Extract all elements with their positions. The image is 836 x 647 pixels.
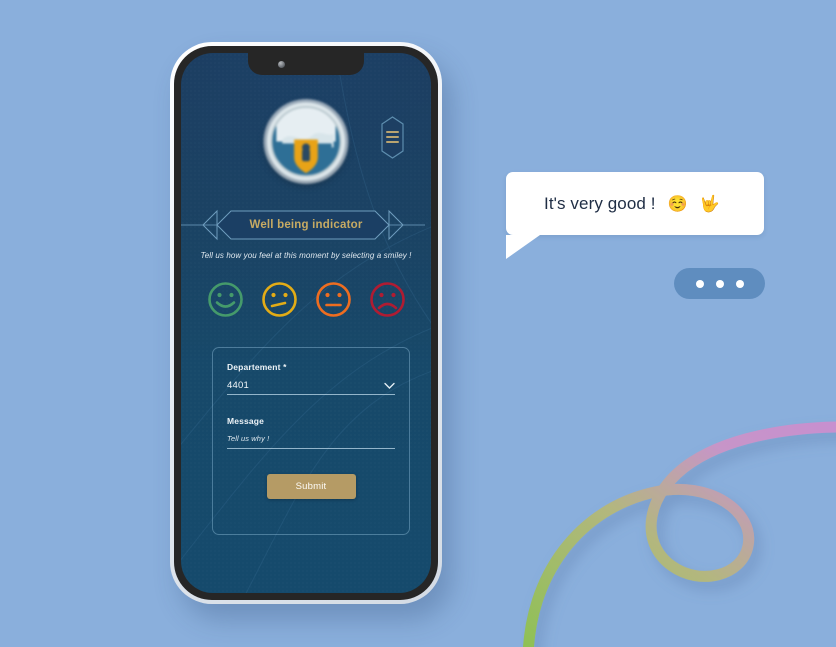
- chat-message-bubble: It's very good ! ☺️ 🤟: [506, 172, 764, 259]
- phone-bezel: Well being indicator Tell us how you fee…: [174, 46, 438, 600]
- typing-dot-3: [735, 279, 744, 288]
- bubble-tail: [506, 235, 540, 259]
- screenshot-canvas: Well being indicator Tell us how you fee…: [0, 0, 836, 647]
- smiling-face-emoji: ☺️: [667, 195, 688, 213]
- smiley-happy[interactable]: [207, 281, 244, 318]
- phone-screen: Well being indicator Tell us how you fee…: [181, 53, 431, 593]
- department-label: Departement *: [227, 362, 287, 372]
- crest-graphic: [267, 102, 345, 181]
- chat-message-text: It's very good !: [544, 193, 656, 213]
- love-you-hand-emoji: 🤟: [699, 195, 720, 213]
- typing-dot-2: [715, 279, 724, 288]
- department-select[interactable]: 4401: [227, 380, 395, 395]
- mood-selector: [181, 281, 431, 318]
- phone-notch: [248, 53, 364, 75]
- chevron-down-icon: [384, 382, 395, 389]
- smiley-neutral[interactable]: [315, 281, 352, 318]
- submit-button[interactable]: Submit: [266, 474, 356, 499]
- hamburger-menu-icon[interactable]: [380, 115, 405, 160]
- banner-label: Well being indicator: [249, 219, 363, 231]
- phone-mockup: Well being indicator Tell us how you fee…: [170, 42, 442, 604]
- message-input[interactable]: Tell us why !: [227, 434, 395, 449]
- title-banner: Well being indicator: [181, 209, 431, 241]
- organization-crest-logo: [266, 102, 346, 181]
- message-field-group: Message Tell us why !: [227, 416, 395, 449]
- instruction-text: Tell us how you feel at this moment by s…: [200, 251, 412, 260]
- camera-dot-icon: [278, 61, 285, 68]
- ribbon-swirl: [523, 421, 836, 647]
- feedback-form-card: Departement * 4401 Message Tell us why !…: [212, 347, 410, 535]
- department-value: 4401: [227, 380, 249, 391]
- smiley-slight[interactable]: [261, 281, 298, 318]
- message-label: Message: [227, 416, 264, 426]
- typing-indicator[interactable]: [674, 268, 765, 299]
- smiley-sad[interactable]: [369, 281, 406, 318]
- typing-dot-1: [695, 279, 704, 288]
